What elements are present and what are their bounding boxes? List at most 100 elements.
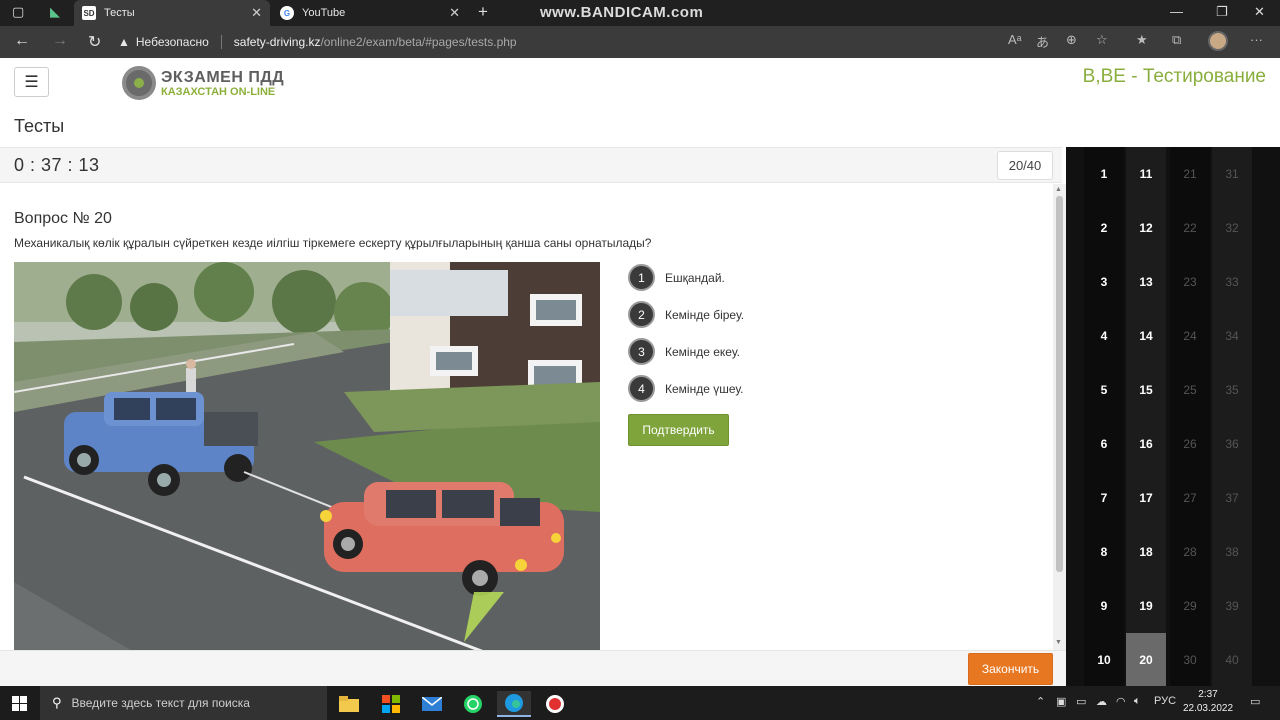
volume-icon[interactable]: 🔈︎ (1134, 695, 1141, 708)
question-nav-34[interactable]: 34 (1212, 309, 1252, 363)
insecure-label[interactable]: Небезопасно (136, 35, 209, 49)
question-nav-5[interactable]: 5 (1084, 363, 1124, 417)
hamburger-menu-button[interactable]: ☰ (14, 67, 49, 97)
read-aloud-icon[interactable]: Aᵃ (1008, 32, 1022, 47)
bandicam-icon[interactable] (538, 691, 572, 717)
forward-icon[interactable]: → (52, 32, 68, 50)
question-nav-16[interactable]: 16 (1126, 417, 1166, 471)
battery-icon[interactable]: ▭ (1076, 695, 1086, 708)
question-nav-33[interactable]: 33 (1212, 255, 1252, 309)
answer-number-badge[interactable]: 4 (628, 375, 655, 402)
question-nav-7[interactable]: 7 (1084, 471, 1124, 525)
scroll-thumb[interactable] (1056, 196, 1063, 572)
question-nav-32[interactable]: 32 (1212, 201, 1252, 255)
more-options-icon[interactable]: ··· (1250, 32, 1263, 47)
tray-app-icon[interactable]: ▣ (1056, 695, 1066, 708)
collections-icon[interactable]: ⧉ (1172, 32, 1181, 48)
question-nav-37[interactable]: 37 (1212, 471, 1252, 525)
question-nav-29[interactable]: 29 (1170, 579, 1210, 633)
back-icon[interactable]: ← (14, 32, 30, 50)
notifications-icon[interactable]: ▭ (1250, 695, 1260, 708)
question-nav-39[interactable]: 39 (1212, 579, 1252, 633)
question-nav-13[interactable]: 13 (1126, 255, 1166, 309)
warning-icon[interactable]: ▲ (118, 35, 130, 49)
question-nav-24[interactable]: 24 (1170, 309, 1210, 363)
question-nav-8[interactable]: 8 (1084, 525, 1124, 579)
question-nav-1[interactable]: 1 (1084, 147, 1124, 201)
answer-number-badge[interactable]: 1 (628, 264, 655, 291)
question-nav-3[interactable]: 3 (1084, 255, 1124, 309)
mail-icon[interactable] (415, 691, 449, 717)
answer-text[interactable]: Кемінде біреу. (665, 308, 744, 322)
close-tab-icon[interactable]: ✕ (251, 5, 262, 21)
answer-number-badge[interactable]: 3 (628, 338, 655, 365)
question-nav-31[interactable]: 31 (1212, 147, 1252, 201)
file-explorer-icon[interactable] (332, 691, 366, 717)
question-nav-15[interactable]: 15 (1126, 363, 1166, 417)
question-nav-35[interactable]: 35 (1212, 363, 1252, 417)
profile-avatar[interactable] (1208, 31, 1228, 51)
question-nav-17[interactable]: 17 (1126, 471, 1166, 525)
windows-start-icon[interactable] (12, 696, 27, 711)
reload-icon[interactable]: ↻ (88, 32, 101, 52)
question-nav-18[interactable]: 18 (1126, 525, 1166, 579)
answer-option-2[interactable]: 2 Кемінде біреу. (628, 301, 744, 328)
whatsapp-icon[interactable] (456, 691, 490, 717)
question-nav-30[interactable]: 30 (1170, 633, 1210, 687)
answer-option-1[interactable]: 1 Ешқандай. (628, 264, 744, 291)
question-nav-27[interactable]: 27 (1170, 471, 1210, 525)
minimize-icon[interactable]: — (1170, 4, 1183, 19)
answer-text[interactable]: Ешқандай. (665, 271, 725, 285)
url-field[interactable]: ▲ Небезопасно safety-driving.kz/online2/… (118, 30, 1128, 54)
answer-text[interactable]: Кемінде екеу. (665, 345, 740, 359)
question-nav-40[interactable]: 40 (1212, 633, 1252, 687)
close-window-icon[interactable]: ✕ (1254, 4, 1265, 20)
edge-workspace-icon[interactable]: ◣ (50, 4, 60, 20)
edge-icon[interactable] (497, 691, 531, 717)
translate-icon[interactable]: あ (1036, 32, 1049, 51)
question-nav-21[interactable]: 21 (1170, 147, 1210, 201)
maximize-icon[interactable]: ❐ (1216, 4, 1228, 20)
question-nav-9[interactable]: 9 (1084, 579, 1124, 633)
new-tab-icon[interactable]: + (478, 2, 488, 22)
question-nav-20[interactable]: 20 (1126, 633, 1166, 687)
system-clock[interactable]: 2:37 22.03.2022 (1180, 688, 1236, 716)
question-scrollbar[interactable]: ▲ ▼ (1053, 184, 1066, 650)
answer-text[interactable]: Кемінде үшеу. (665, 382, 744, 396)
answer-option-3[interactable]: 3 Кемінде екеу. (628, 338, 744, 365)
scroll-up-icon[interactable]: ▲ (1055, 186, 1062, 193)
zoom-icon[interactable]: ⊕ (1066, 32, 1077, 48)
scroll-down-icon[interactable]: ▼ (1055, 639, 1062, 646)
tab-tests[interactable]: SD Тесты ✕ (74, 0, 270, 26)
question-nav-14[interactable]: 14 (1126, 309, 1166, 363)
language-indicator[interactable]: РУС (1154, 695, 1176, 707)
question-nav-22[interactable]: 22 (1170, 201, 1210, 255)
question-nav-2[interactable]: 2 (1084, 201, 1124, 255)
question-nav-6[interactable]: 6 (1084, 417, 1124, 471)
question-nav-38[interactable]: 38 (1212, 525, 1252, 579)
taskbar-search[interactable]: ⚲ Введите здесь текст для поиска (40, 686, 327, 720)
question-nav-23[interactable]: 23 (1170, 255, 1210, 309)
close-tab-icon[interactable]: ✕ (449, 5, 460, 21)
question-nav-28[interactable]: 28 (1170, 525, 1210, 579)
site-logo[interactable]: ЭКЗАМЕН ПДД КАЗАХСТАН ON-LINE (122, 66, 284, 100)
favorites-icon[interactable]: ★ (1136, 32, 1148, 48)
finish-button[interactable]: Закончить (968, 653, 1053, 685)
cloud-icon[interactable]: ☁ (1096, 695, 1107, 708)
question-nav-11[interactable]: 11 (1126, 147, 1166, 201)
question-nav-26[interactable]: 26 (1170, 417, 1210, 471)
favorite-add-icon[interactable]: ☆ (1096, 32, 1108, 48)
question-nav-12[interactable]: 12 (1126, 201, 1166, 255)
answer-option-4[interactable]: 4 Кемінде үшеу. (628, 375, 744, 402)
question-nav-10[interactable]: 10 (1084, 633, 1124, 687)
question-nav-19[interactable]: 19 (1126, 579, 1166, 633)
question-nav-4[interactable]: 4 (1084, 309, 1124, 363)
tab-youtube[interactable]: G YouTube ✕ (272, 0, 468, 26)
question-nav-25[interactable]: 25 (1170, 363, 1210, 417)
wifi-icon[interactable]: ◠ (1116, 695, 1126, 708)
confirm-button[interactable]: Подтвердить (628, 414, 729, 446)
tab-actions-icon[interactable]: ▢ (12, 4, 24, 20)
show-hidden-icons-icon[interactable]: ⌃ (1036, 695, 1045, 708)
question-nav-36[interactable]: 36 (1212, 417, 1252, 471)
store-icon[interactable] (374, 691, 408, 717)
